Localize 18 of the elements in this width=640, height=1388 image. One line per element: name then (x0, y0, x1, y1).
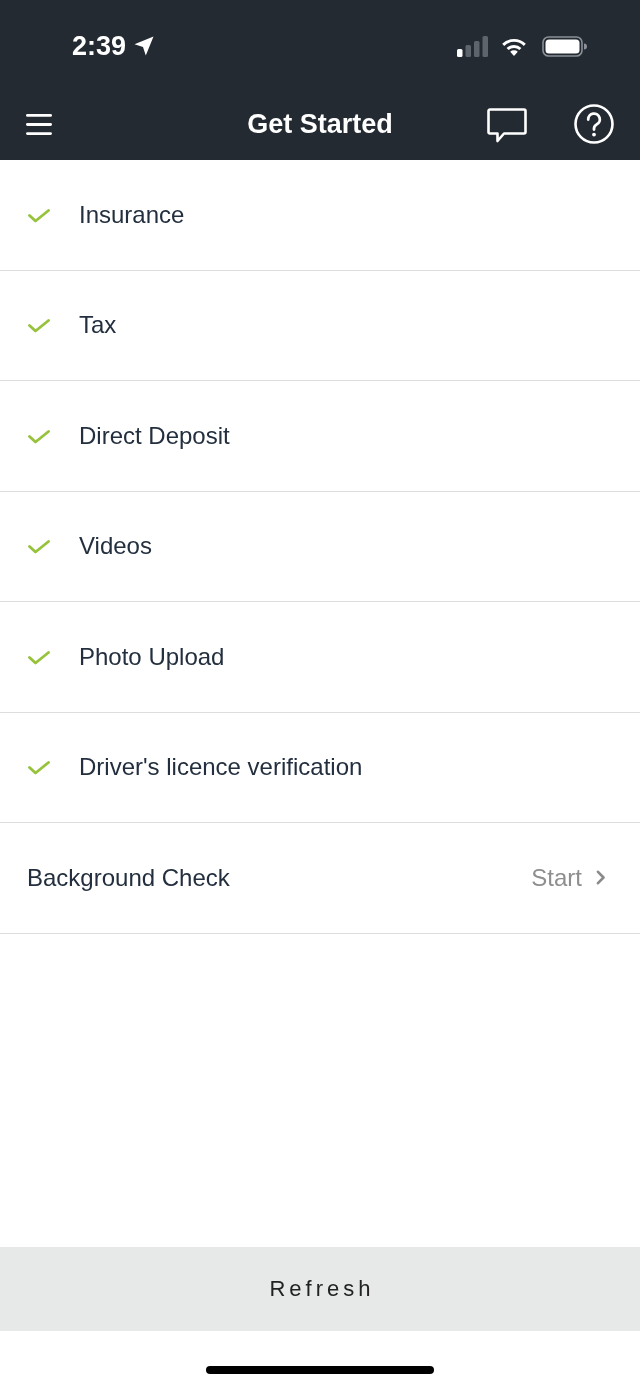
location-arrow-icon (134, 36, 155, 56)
wifi-icon (501, 36, 527, 56)
chat-bubble-icon[interactable] (487, 107, 527, 143)
task-label[interactable]: Driver's licence verification (79, 753, 363, 782)
task-label[interactable]: Videos (79, 532, 152, 561)
task-label[interactable]: Photo Upload (79, 642, 225, 671)
task-label[interactable]: Tax (79, 311, 117, 340)
status-time: 2:39 (72, 32, 127, 60)
refresh-button[interactable]: Refresh (0, 1247, 640, 1331)
signal-icon (457, 35, 488, 57)
help-icon[interactable] (574, 104, 614, 144)
menu-icon[interactable] (26, 113, 52, 135)
task-label[interactable]: Direct Deposit (79, 421, 230, 450)
task-label[interactable]: Background Check (27, 863, 230, 892)
screen-title: Get Started (247, 108, 393, 140)
task-label[interactable]: Insurance (79, 200, 185, 229)
chevron-right-icon (596, 870, 606, 886)
battery-icon (542, 35, 587, 57)
